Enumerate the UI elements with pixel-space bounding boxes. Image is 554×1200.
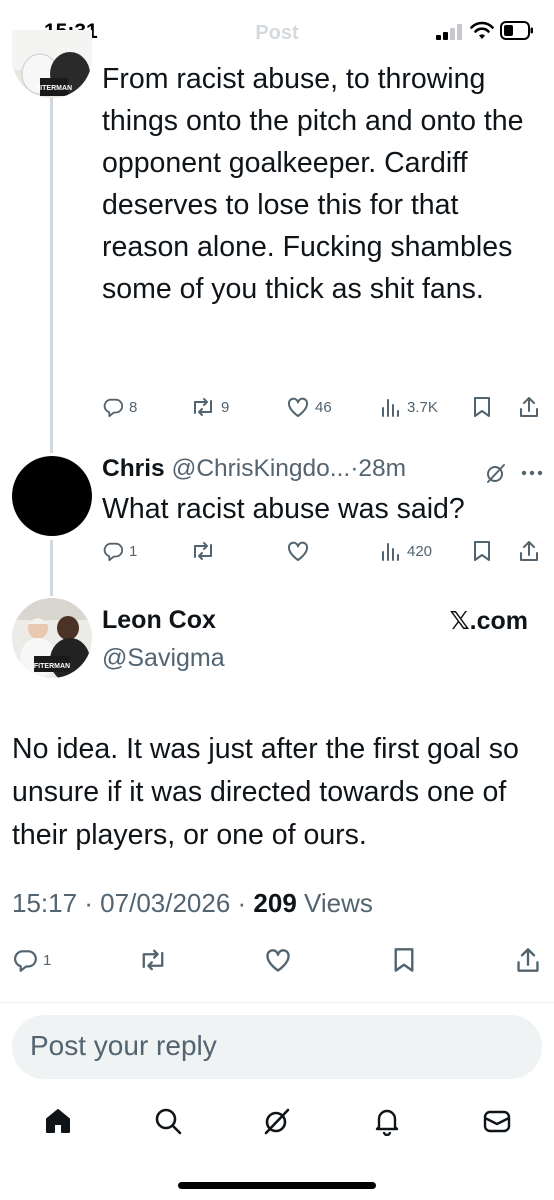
share-icon <box>520 397 538 417</box>
heart-icon <box>287 541 309 561</box>
avatar[interactable] <box>12 456 92 536</box>
more-icon[interactable] <box>520 466 544 480</box>
bookmark-button[interactable] <box>472 396 492 418</box>
share-button[interactable] <box>518 540 540 562</box>
tweet-views-count[interactable]: 209 <box>253 888 296 918</box>
home-indicator[interactable] <box>178 1182 376 1189</box>
reply-author-name[interactable]: Chris <box>102 455 165 482</box>
battery-icon <box>500 21 533 40</box>
reply-button[interactable]: 1 <box>12 947 51 973</box>
signal-icon <box>436 24 462 40</box>
views-icon <box>382 543 399 561</box>
home-icon[interactable] <box>43 1106 73 1136</box>
repost-icon <box>194 398 212 416</box>
reply-input[interactable]: Post your reply <box>12 1015 542 1079</box>
bookmark-button[interactable] <box>392 947 416 973</box>
views-button[interactable]: 420 <box>380 540 432 562</box>
wifi-icon <box>470 21 494 39</box>
main-author-name[interactable]: Leon Cox <box>102 606 216 635</box>
bookmark-icon <box>474 397 490 417</box>
like-button[interactable] <box>286 540 310 562</box>
xcom-watermark: 𝕏.com <box>449 607 529 635</box>
repost-count: 9 <box>221 398 230 416</box>
parent-tweet-actions: 8 9 46 3.7K <box>102 396 542 426</box>
like-button[interactable]: 46 <box>286 396 332 418</box>
reply-tweet-header: Chris @ChrisKingdo...·28m <box>102 455 406 483</box>
bell-icon[interactable] <box>372 1106 402 1136</box>
tweet-time-date: 15:17 · 07/03/2026 · <box>12 888 254 918</box>
bookmark-icon <box>394 948 414 972</box>
reply-count: 8 <box>129 398 138 416</box>
divider <box>0 1002 554 1003</box>
repost-button[interactable] <box>190 540 216 562</box>
avatar[interactable]: FITERMAN <box>12 30 92 98</box>
main-author-handle[interactable]: @Savigma <box>102 644 225 673</box>
reply-tweet-text: What racist abuse was said? <box>102 493 465 525</box>
heart-icon <box>266 949 290 972</box>
svg-text:FITERMAN: FITERMAN <box>36 85 72 92</box>
repost-icon <box>142 949 164 971</box>
heart-icon <box>287 397 309 417</box>
reply-count: 1 <box>129 542 138 560</box>
bookmark-icon <box>474 541 490 561</box>
share-button[interactable] <box>518 396 540 418</box>
reply-button[interactable]: 1 <box>102 540 137 562</box>
views-count: 420 <box>407 542 433 560</box>
thread-line <box>50 540 53 596</box>
main-tweet-text: No idea. It was just after the first goa… <box>12 733 519 851</box>
repost-button[interactable] <box>138 947 168 973</box>
bookmark-button[interactable] <box>472 540 492 562</box>
reply-icon <box>14 950 37 972</box>
grok-icon[interactable] <box>262 1106 292 1136</box>
share-icon <box>520 541 538 561</box>
tweet-views-label[interactable]: Views <box>297 888 373 918</box>
main-tweet-actions: 1 <box>12 947 542 977</box>
bottom-nav <box>0 1098 554 1148</box>
views-count: 3.7K <box>407 398 438 416</box>
reply-author-handle-time[interactable]: @ChrisKingdo...·28m <box>171 455 406 482</box>
thread-line <box>50 98 53 453</box>
share-icon <box>517 948 539 972</box>
like-count: 46 <box>315 398 332 416</box>
search-icon[interactable] <box>153 1106 183 1136</box>
share-button[interactable] <box>515 947 541 973</box>
views-icon <box>382 399 399 417</box>
mail-icon[interactable] <box>482 1106 512 1136</box>
like-button[interactable] <box>264 947 292 973</box>
reply-tweet-actions: 1 420 <box>102 540 542 570</box>
repost-button[interactable]: 9 <box>190 396 229 418</box>
avatar[interactable]: FITERMAN <box>12 598 92 678</box>
reply-button[interactable]: 8 <box>102 396 137 418</box>
reply-icon <box>103 398 124 418</box>
reply-icon <box>103 542 124 562</box>
reply-count: 1 <box>43 951 52 969</box>
views-button[interactable]: 3.7K <box>380 396 438 418</box>
reply-placeholder: Post your reply <box>30 1030 217 1061</box>
svg-text:FITERMAN: FITERMAN <box>34 663 70 670</box>
grok-icon[interactable] <box>484 461 508 485</box>
repost-icon <box>194 542 212 560</box>
tweet-timestamp: 15:17 · 07/03/2026 · 209 Views <box>12 888 373 919</box>
parent-tweet-text: From racist abuse, to throwing things on… <box>102 63 524 305</box>
